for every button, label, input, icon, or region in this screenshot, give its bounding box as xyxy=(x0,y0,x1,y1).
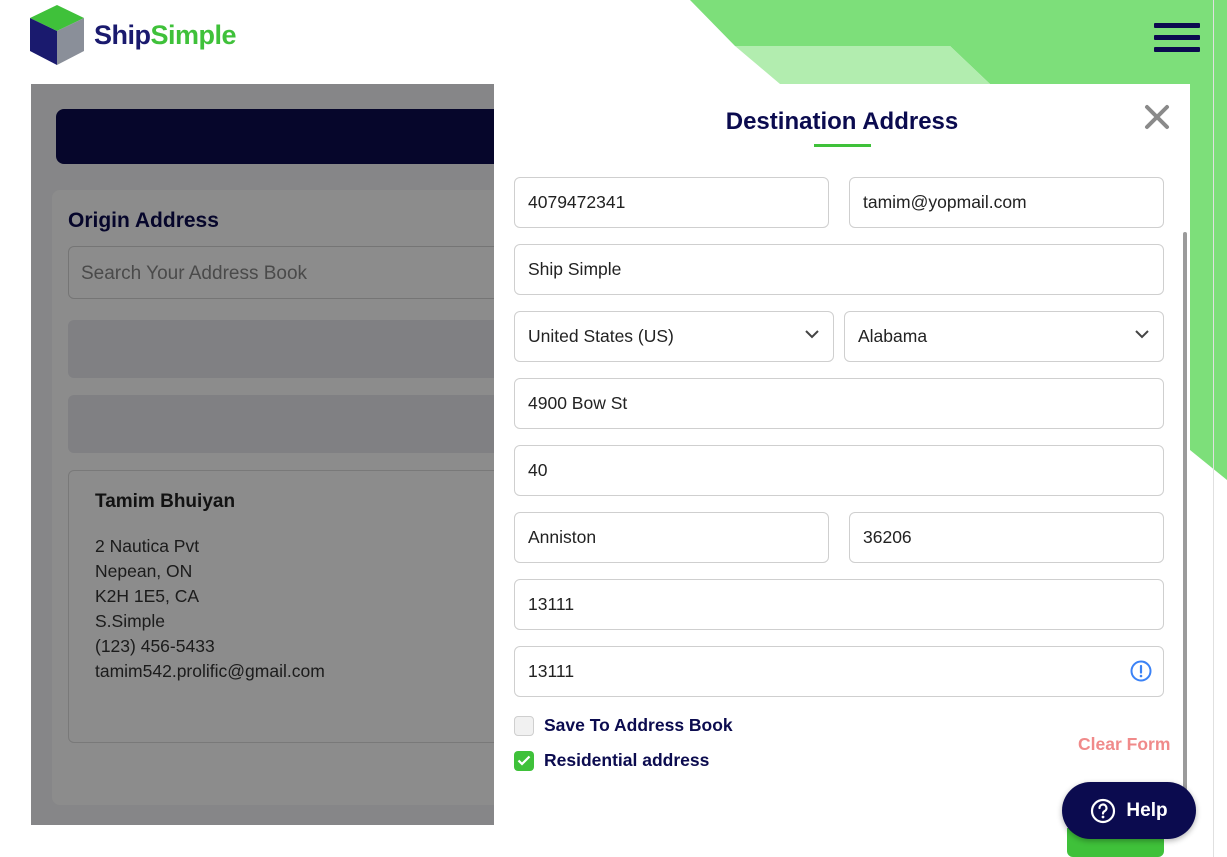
question-circle-icon xyxy=(1091,798,1116,823)
logo[interactable]: ShipSimple xyxy=(26,3,237,67)
site-header: ShipSimple xyxy=(0,0,1227,84)
residential-address-row[interactable]: Residential address xyxy=(514,750,709,771)
zip-field[interactable]: 36206 xyxy=(849,512,1164,563)
state-value: Alabama xyxy=(858,326,928,346)
numeric-field-with-info[interactable]: 13111 xyxy=(514,646,1164,697)
numeric-field[interactable]: 13111 xyxy=(514,579,1164,630)
logo-text: ShipSimple xyxy=(94,19,237,51)
modal-scrollbar[interactable] xyxy=(1183,232,1187,822)
save-to-address-book-label: Save To Address Book xyxy=(544,715,733,735)
company-field[interactable]: Ship Simple xyxy=(514,244,1164,295)
chevron-down-icon xyxy=(805,330,819,339)
country-select[interactable]: United States (US) xyxy=(514,311,834,362)
clear-form-link[interactable]: Clear Form xyxy=(1078,734,1170,755)
logo-ship: Ship xyxy=(94,19,151,50)
country-value: United States (US) xyxy=(528,326,674,346)
help-label: Help xyxy=(1126,799,1168,821)
modal-title: Destination Address xyxy=(725,108,959,135)
logo-simple: Simple xyxy=(150,19,237,50)
info-icon[interactable] xyxy=(1130,660,1152,682)
modal-overlay[interactable] xyxy=(31,84,494,825)
save-to-address-book-row[interactable]: Save To Address Book xyxy=(514,715,733,736)
residential-address-label: Residential address xyxy=(544,750,710,770)
logo-cube-icon xyxy=(30,5,84,65)
title-underline xyxy=(814,144,871,147)
help-button[interactable]: Help xyxy=(1062,782,1196,839)
address1-field[interactable]: 4900 Bow St xyxy=(514,378,1164,429)
address2-field[interactable]: 40 xyxy=(514,445,1164,496)
hamburger-icon[interactable] xyxy=(1154,23,1200,57)
residential-address-checkbox[interactable] xyxy=(514,750,534,771)
destination-address-modal: Destination Address 4079472341 tamim@yop… xyxy=(494,84,1190,825)
checkmark-icon xyxy=(517,755,531,766)
close-icon[interactable] xyxy=(1142,102,1172,132)
city-field[interactable]: Anniston xyxy=(514,512,829,563)
save-to-address-book-checkbox[interactable] xyxy=(514,715,534,736)
numeric-value: 13111 xyxy=(528,661,575,681)
state-select[interactable]: Alabama xyxy=(844,311,1164,362)
window-edge xyxy=(1213,0,1214,857)
phone-field[interactable]: 4079472341 xyxy=(514,177,829,228)
chevron-down-icon xyxy=(1135,330,1149,339)
email-field[interactable]: tamim@yopmail.com xyxy=(849,177,1164,228)
